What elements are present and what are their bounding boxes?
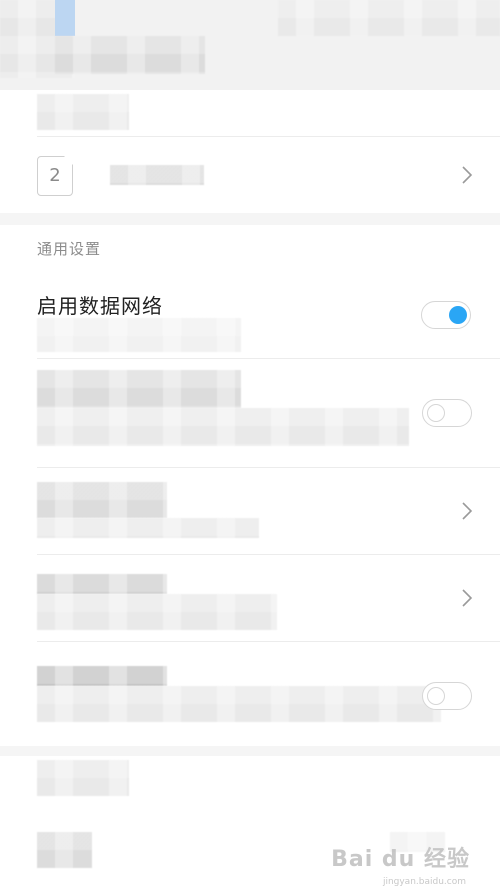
redacted-row-2-desc bbox=[37, 686, 441, 722]
redacted-row-1-title bbox=[37, 370, 241, 408]
redacted-row-1-desc bbox=[37, 408, 409, 446]
enable-data-network-label: 启用数据网络 bbox=[37, 294, 163, 318]
section-gap bbox=[0, 746, 500, 756]
toggle-knob bbox=[426, 403, 445, 422]
chevron-right-icon bbox=[462, 502, 473, 520]
enable-data-network-redacted-desc bbox=[37, 318, 241, 352]
header-redacted-accent bbox=[55, 0, 75, 36]
header-redacted-right bbox=[278, 0, 500, 36]
chevron-right-icon bbox=[462, 589, 473, 607]
header-redacted-title bbox=[55, 36, 205, 74]
redacted-nav-row-1-desc bbox=[37, 518, 259, 538]
redacted-bottom-row-2[interactable] bbox=[37, 832, 92, 868]
redacted-nav-row-2-desc bbox=[37, 594, 277, 630]
redacted-nav-row-2-title bbox=[37, 574, 167, 594]
toggle-knob bbox=[426, 686, 445, 705]
toggle-knob bbox=[448, 305, 467, 324]
sim-card-icon: 2 bbox=[37, 155, 74, 196]
baidu-jingyan-watermark-logo: Bai du 经验 bbox=[331, 847, 470, 872]
sim-card-redacted-name bbox=[110, 165, 204, 185]
enable-data-network-toggle[interactable] bbox=[421, 301, 471, 329]
row-redacted-text bbox=[37, 94, 129, 130]
chevron-right-icon bbox=[462, 166, 473, 184]
redacted-toggle-1[interactable] bbox=[422, 399, 472, 427]
section-gap bbox=[0, 213, 500, 225]
redacted-toggle-2[interactable] bbox=[422, 682, 472, 710]
redacted-bottom-row-1[interactable] bbox=[37, 760, 129, 796]
sim-card-row[interactable] bbox=[0, 137, 500, 213]
section-title-general-settings: 通用设置 bbox=[37, 240, 102, 258]
redacted-row-2-title bbox=[37, 666, 167, 686]
baidu-jingyan-watermark-url: jingyan.baidu.com bbox=[382, 877, 466, 887]
redacted-nav-row-1-title bbox=[37, 482, 167, 518]
sim-slot-number: 2 bbox=[49, 165, 61, 186]
